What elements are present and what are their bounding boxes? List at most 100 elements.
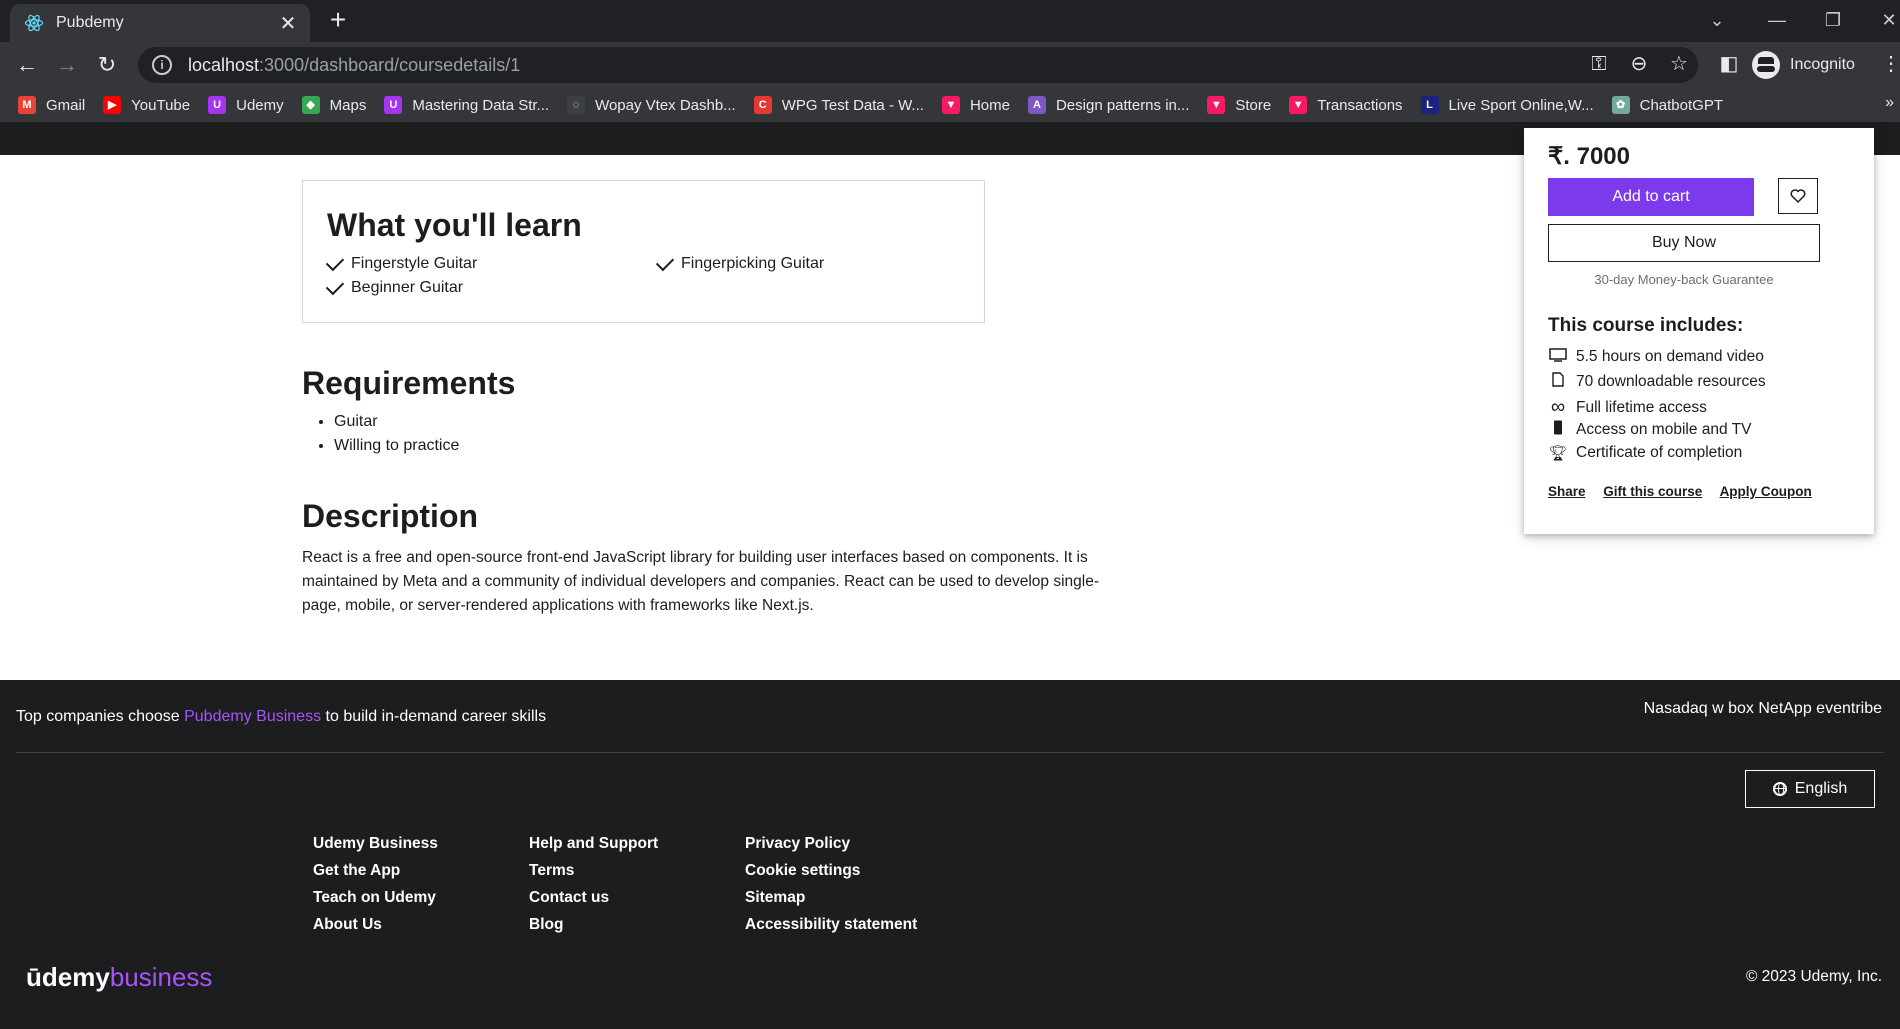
bookmark-item[interactable]: A Design patterns in... — [1027, 96, 1190, 114]
add-to-cart-button[interactable]: Add to cart — [1548, 178, 1754, 216]
bookmark-item[interactable]: M Gmail — [18, 96, 85, 114]
footer-link[interactable]: Help and Support — [529, 830, 658, 857]
bookmark-item[interactable]: U Udemy — [208, 96, 284, 114]
what-you-learn-box: What you'll learn Fingerstyle Guitar Fin… — [302, 180, 985, 323]
bookmark-label: Design patterns in... — [1055, 96, 1190, 114]
bookmarks-more-icon[interactable]: » — [1885, 94, 1894, 112]
bookmark-item[interactable]: ▶ YouTube — [103, 96, 190, 114]
purchase-card: ₹. 7000 Add to cart Buy Now 30-day Money… — [1524, 128, 1874, 534]
new-tab-icon[interactable]: + — [324, 6, 352, 34]
tab-title: Pubdemy — [56, 14, 124, 31]
check-icon — [325, 276, 345, 296]
card-links: Share Gift this course Apply Coupon — [1548, 484, 1826, 499]
footer-link[interactable]: Get the App — [313, 857, 438, 884]
requirements-title: Requirements — [302, 365, 516, 401]
monitor-icon — [1548, 348, 1568, 366]
incognito-icon — [1752, 51, 1780, 79]
bookmark-item[interactable]: ◌ Wopay Vtex Dashb... — [567, 96, 736, 114]
bookmark-item[interactable]: L Live Sport Online,W... — [1420, 96, 1594, 114]
bookmarks-bar: M Gmail ▶ YouTube U Udemy ◆ Maps U Mastering Data… — [0, 88, 1900, 122]
footer-divider — [16, 752, 1884, 753]
includes-title: This course includes: — [1548, 315, 1744, 336]
include-item: 70 downloadable resources — [1548, 372, 1766, 391]
udemy-icon: U — [384, 96, 403, 114]
c-icon: C — [753, 96, 772, 114]
site-info-icon[interactable]: i — [152, 55, 172, 75]
bookmark-label: Wopay Vtex Dashb... — [595, 96, 736, 114]
footer-link[interactable]: Terms — [529, 857, 658, 884]
share-link[interactable]: Share — [1548, 484, 1586, 499]
bookmark-label: Udemy — [236, 96, 284, 114]
bookmark-item[interactable]: C WPG Test Data - W... — [753, 96, 924, 114]
wishlist-button[interactable] — [1778, 178, 1818, 214]
close-tab-icon[interactable]: ✕ — [276, 11, 300, 36]
footer-link[interactable]: Sitemap — [745, 884, 917, 911]
footer-link[interactable]: Accessibility statement — [745, 911, 917, 938]
browser-toolbar: ← → ↻ i localhost:3000/dashboard/coursed… — [0, 42, 1900, 88]
description-title: Description — [302, 498, 479, 534]
check-icon — [325, 252, 345, 272]
footer-tagline: Top companies choose Pubdemy Business to… — [16, 708, 547, 725]
side-panel-icon[interactable]: ◧ — [1716, 51, 1742, 77]
requirements-list: Guitar Willing to practice — [302, 410, 459, 458]
bookmark-label: Store — [1235, 96, 1272, 114]
footer-link[interactable]: Udemy Business — [313, 830, 438, 857]
language-button[interactable]: English — [1745, 770, 1875, 808]
forward-icon[interactable]: → — [52, 50, 82, 80]
youtube-icon: ▶ — [103, 96, 122, 114]
restore-icon[interactable]: ❐ — [1818, 6, 1848, 34]
reload-icon[interactable]: ↻ — [92, 50, 122, 80]
bookmark-star-icon[interactable]: ☆ — [1666, 51, 1692, 77]
browser-tab[interactable]: Pubdemy ✕ — [10, 4, 310, 42]
bookmark-label: Transactions — [1317, 96, 1403, 114]
include-item: ∞ Full lifetime access — [1548, 396, 1707, 419]
bookmark-label: Home — [969, 96, 1010, 114]
bookmark-item[interactable]: ▼ Transactions — [1289, 96, 1403, 114]
address-bar[interactable]: i localhost:3000/dashboard/coursedetails… — [138, 47, 1698, 83]
incognito-profile[interactable]: Incognito — [1752, 49, 1855, 81]
business-link[interactable]: Pubdemy Business — [184, 708, 321, 725]
include-item: 🏆︎ Certificate of completion — [1548, 444, 1743, 462]
check-icon — [655, 252, 675, 272]
bookmark-label: Mastering Data Str... — [412, 96, 550, 114]
key-icon[interactable]: ⚿ — [1586, 51, 1612, 77]
tab-search-icon[interactable]: ⌄ — [1702, 6, 1732, 34]
chatgpt-icon: ✿ — [1611, 96, 1630, 114]
bookmark-label: YouTube — [131, 96, 191, 114]
file-icon — [1548, 372, 1568, 391]
footer-link[interactable]: Contact us — [529, 884, 658, 911]
back-icon[interactable]: ← — [12, 50, 42, 80]
buy-now-button[interactable]: Buy Now — [1548, 224, 1820, 262]
vtex-icon: ▼ — [1289, 96, 1308, 114]
footer-link[interactable]: About Us — [313, 911, 438, 938]
minimize-icon[interactable]: — — [1762, 6, 1792, 34]
bookmark-item[interactable]: ◆ Maps — [301, 96, 367, 114]
learn-item: Fingerstyle Guitar — [325, 252, 477, 273]
guarantee-text: 30-day Money-back Guarantee — [1594, 272, 1774, 287]
trophy-icon: 🏆︎ — [1548, 445, 1568, 462]
footer-link[interactable]: Cookie settings — [745, 857, 917, 884]
price: ₹. 7000 — [1548, 143, 1630, 170]
menu-dots-icon[interactable]: ⋮ — [1878, 51, 1900, 77]
udemy-business-logo[interactable]: ūdemybusiness — [26, 962, 212, 993]
bookmark-item[interactable]: ▼ Home — [941, 96, 1010, 114]
vtex-icon: ▼ — [941, 96, 960, 114]
footer-link[interactable]: Privacy Policy — [745, 830, 917, 857]
bookmark-item[interactable]: ▼ Store — [1207, 96, 1271, 114]
bookmark-item[interactable]: U Mastering Data Str... — [384, 96, 549, 114]
zoom-icon[interactable]: ⊖ — [1626, 51, 1652, 77]
list-item: Guitar — [334, 410, 459, 434]
company-logos: Nasadaq w box NetApp eventribe — [1643, 700, 1882, 717]
footer-column: Help and Support Terms Contact us Blog — [529, 830, 658, 938]
bookmark-label: Maps — [329, 96, 367, 114]
url-path: :3000/dashboard/coursedetails/1 — [259, 54, 521, 75]
browser-tab-bar: Pubdemy ✕ + ⌄ — ❐ ✕ — [0, 0, 1900, 42]
footer-link[interactable]: Teach on Udemy — [313, 884, 438, 911]
apply-coupon-link[interactable]: Apply Coupon — [1720, 484, 1812, 499]
window-close-icon[interactable]: ✕ — [1874, 6, 1900, 34]
footer-link[interactable]: Blog — [529, 911, 658, 938]
include-item: 5.5 hours on demand video — [1548, 348, 1764, 366]
bookmark-item[interactable]: ✿ ChatbotGPT — [1611, 96, 1723, 114]
angular-icon: A — [1027, 96, 1046, 114]
gift-course-link[interactable]: Gift this course — [1603, 484, 1702, 499]
